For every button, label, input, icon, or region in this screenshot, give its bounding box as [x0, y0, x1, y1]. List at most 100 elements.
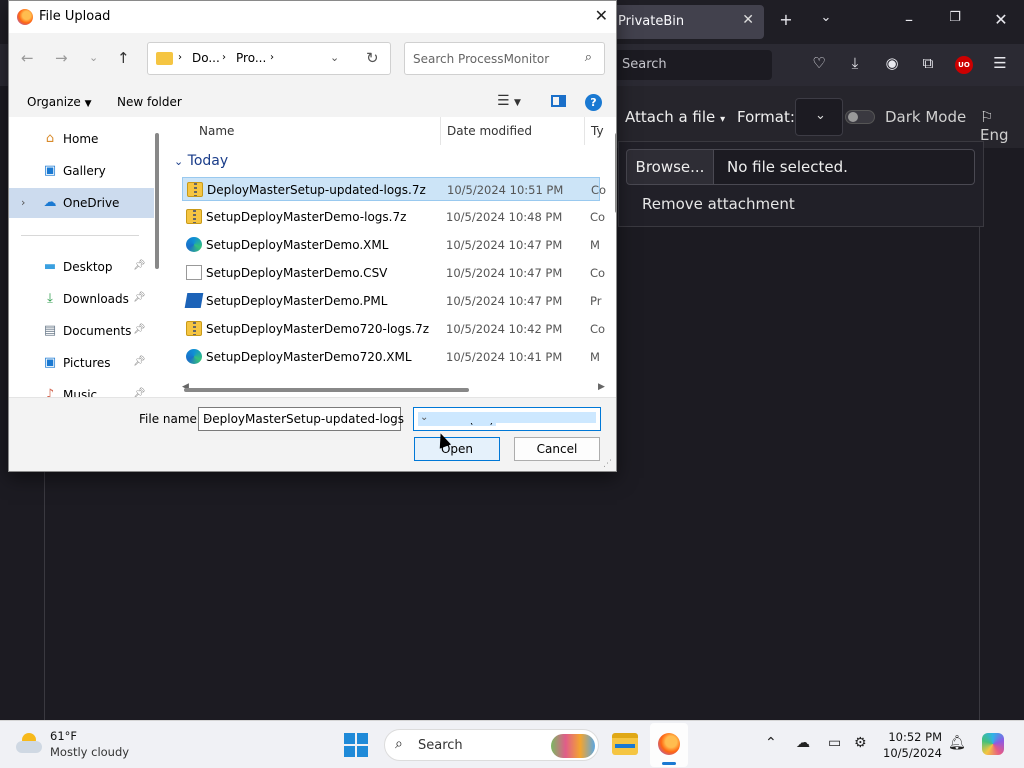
sidebar-item-home[interactable]: ⌂ Home: [9, 124, 154, 154]
address-bar[interactable]: › Do... › Pro... › ⌄ ↻: [147, 42, 391, 75]
open-button[interactable]: Open: [414, 437, 500, 461]
tab-close-icon[interactable]: ✕: [742, 12, 754, 28]
extensions-icon[interactable]: ⧉: [917, 54, 939, 76]
file-row[interactable]: SetupDeployMasterDemo720-logs.7z 10/5/20…: [182, 317, 605, 341]
file-list-vertical-scrollbar[interactable]: [615, 133, 616, 213]
resize-grip-icon[interactable]: ⋰: [603, 459, 612, 469]
file-type: Co: [590, 210, 606, 224]
taskbar-search[interactable]: ⌕ Search: [384, 729, 599, 761]
file-row[interactable]: SetupDeployMasterDemo-logs.7z 10/5/2024 …: [182, 205, 605, 229]
dark-mode-toggle[interactable]: [845, 110, 875, 124]
pocket-icon[interactable]: ♡: [808, 54, 830, 76]
sidebar-item-downloads[interactable]: ⤓ Downloads 📌︎: [9, 284, 154, 314]
column-header-type[interactable]: Ty: [591, 124, 604, 138]
file-row[interactable]: DeployMasterSetup-updated-logs.7z 10/5/2…: [182, 177, 606, 201]
pin-icon[interactable]: 📌︎: [133, 324, 146, 335]
file-list-horizontal-scrollbar[interactable]: [184, 388, 469, 392]
onedrive-offline-icon[interactable]: ☁: [796, 735, 810, 751]
back-icon[interactable]: ←: [21, 49, 34, 67]
column-header-date[interactable]: Date modified: [447, 124, 532, 138]
format-select[interactable]: ⌄: [795, 98, 843, 136]
chevron-down-icon[interactable]: ⌄: [203, 412, 396, 423]
attach-file-button[interactable]: Attach a file ▾: [625, 108, 725, 126]
file-name-input[interactable]: DeployMasterSetup-updated-logs ⌄: [198, 407, 404, 431]
tab-privatebin[interactable]: PrivateBin ✕: [606, 5, 764, 39]
file-type-select[interactable]: All Files (*.*) ⌄: [413, 407, 601, 431]
start-button[interactable]: [344, 733, 368, 757]
help-icon[interactable]: ?: [585, 94, 602, 111]
archive-icon: [187, 182, 203, 197]
window-close-icon[interactable]: ✕: [989, 10, 1013, 29]
notification-bell-icon[interactable]: 🔔︎: [948, 735, 966, 751]
remove-attachment-link[interactable]: Remove attachment: [642, 195, 795, 213]
url-bar[interactable]: Search: [612, 50, 772, 80]
browse-button[interactable]: Browse...: [626, 149, 714, 185]
breadcrumb-item[interactable]: Do...: [192, 51, 220, 65]
account-icon[interactable]: ◉: [881, 54, 903, 76]
sidebar-item-label: Gallery: [63, 164, 106, 178]
cancel-button[interactable]: Cancel: [514, 437, 600, 461]
column-separator[interactable]: [584, 117, 585, 145]
sidebar-item-documents[interactable]: ▤ Documents 📌︎: [9, 316, 154, 346]
pin-icon[interactable]: 📌︎: [133, 356, 146, 367]
up-icon[interactable]: ↑: [117, 49, 130, 67]
firefox-taskbar-button[interactable]: [650, 723, 688, 767]
file-explorer-icon[interactable]: [612, 733, 638, 755]
pin-icon[interactable]: 📌︎: [133, 292, 146, 303]
weather-icon[interactable]: [16, 733, 42, 753]
file-row[interactable]: SetupDeployMasterDemo.PML 10/5/2024 10:4…: [182, 289, 602, 313]
weather-condition[interactable]: Mostly cloudy: [50, 745, 129, 759]
sidebar-item-label: OneDrive: [63, 196, 120, 210]
sidebar-item-pictures[interactable]: ▣ Pictures 📌︎: [9, 348, 154, 378]
language-button[interactable]: ⚐ Eng: [980, 108, 1024, 144]
ublock-icon[interactable]: UO: [955, 56, 973, 74]
forward-icon[interactable]: →: [55, 49, 68, 67]
dialog-close-icon[interactable]: ✕: [595, 6, 608, 25]
group-header-today[interactable]: ⌄ Today: [174, 153, 228, 169]
taskbar: 61°F Mostly cloudy ⌕ Search ⌃ ☁ ▭ ⚙ 10:5…: [0, 720, 1024, 768]
breadcrumb-item[interactable]: Pro...: [236, 51, 266, 65]
new-tab-icon[interactable]: +: [774, 10, 798, 29]
copilot-icon[interactable]: [982, 733, 1004, 755]
pin-icon[interactable]: 📌︎: [133, 388, 146, 397]
chevron-up-icon[interactable]: ⌃: [765, 735, 777, 751]
format-label: Format:: [737, 108, 795, 126]
clock-date[interactable]: 10/5/2024: [882, 746, 942, 760]
search-input[interactable]: Search ProcessMonitor ⌕: [404, 42, 605, 75]
chevron-down-icon[interactable]: ⌄: [418, 412, 596, 423]
dialog-title: File Upload: [39, 9, 111, 24]
flag-icon: ⚐: [980, 108, 994, 126]
file-row[interactable]: SetupDeployMasterDemo720.XML 10/5/2024 1…: [182, 345, 600, 369]
column-header-name[interactable]: Name: [199, 124, 234, 138]
network-icon[interactable]: ⚙: [854, 735, 867, 751]
new-folder-button[interactable]: New folder: [117, 95, 182, 109]
file-row[interactable]: SetupDeployMasterDemo.XML 10/5/2024 10:4…: [182, 233, 600, 257]
restore-icon[interactable]: ❐: [943, 10, 967, 25]
sidebar-item-music[interactable]: ♪ Music 📌︎: [9, 380, 154, 397]
scroll-right-icon[interactable]: ▶: [598, 382, 605, 392]
column-separator[interactable]: [440, 117, 441, 145]
preview-pane-icon[interactable]: [551, 95, 566, 107]
refresh-icon[interactable]: ↻: [366, 49, 379, 67]
downloads-icon[interactable]: ⤓: [844, 54, 866, 76]
sidebar-scrollbar[interactable]: [155, 133, 159, 269]
pin-icon[interactable]: 📌︎: [133, 260, 146, 271]
clock-time[interactable]: 10:52 PM: [888, 730, 942, 744]
file-type: Pr: [590, 294, 602, 308]
file-row[interactable]: SetupDeployMasterDemo.CSV 10/5/2024 10:4…: [182, 261, 605, 285]
sidebar-item-onedrive[interactable]: › ☁ OneDrive: [9, 188, 154, 218]
recent-locations-icon[interactable]: ⌄: [89, 51, 98, 64]
display-icon[interactable]: ▭: [828, 735, 841, 751]
chevron-right-icon[interactable]: ›: [21, 196, 25, 209]
download-icon: ⤓: [47, 291, 53, 306]
sidebar-item-desktop[interactable]: ▬ Desktop 📌︎: [9, 252, 154, 282]
menu-icon[interactable]: ☰: [989, 54, 1011, 76]
weather-temperature[interactable]: 61°F: [50, 729, 77, 743]
minimize-icon[interactable]: –: [897, 10, 921, 29]
file-upload-dialog: File Upload ✕ ← → ⌄ ↑ › Do... › Pro... ›…: [8, 0, 617, 472]
organize-button[interactable]: Organize ▼: [27, 95, 92, 109]
sidebar-item-gallery[interactable]: ▣ Gallery: [9, 156, 154, 186]
tab-list-icon[interactable]: ⌄: [814, 10, 838, 25]
address-dropdown-icon[interactable]: ⌄: [330, 51, 339, 64]
view-options-icon[interactable]: ☰ ▼: [497, 93, 521, 109]
